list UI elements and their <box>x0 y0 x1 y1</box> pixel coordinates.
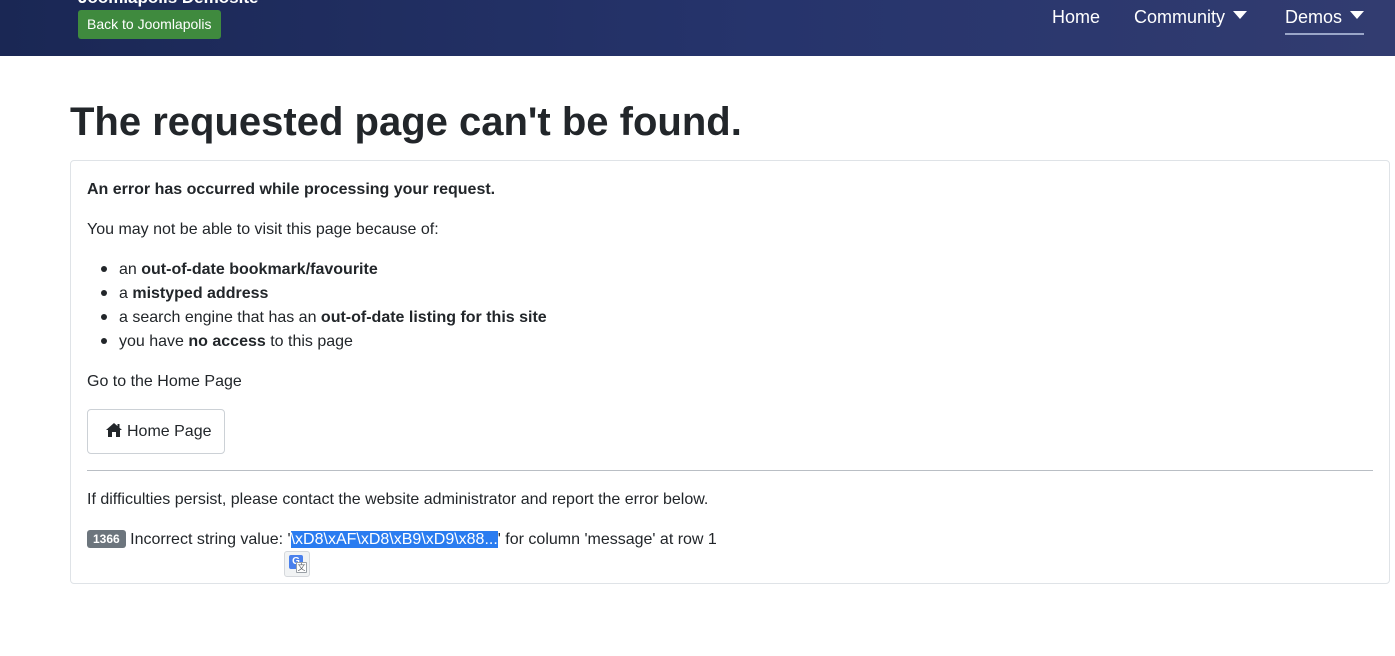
reason-text: a search engine that has an <box>119 309 321 326</box>
nav-demos-label: Demos <box>1285 7 1343 27</box>
bullet-icon <box>101 266 107 272</box>
site-header: Joomlapolis Demosite Back to Joomlapolis… <box>0 0 1395 56</box>
nav-home[interactable]: Home <box>1052 5 1100 29</box>
error-intro: You may not be able to visit this page b… <box>87 221 439 238</box>
reason-text: you have <box>119 333 189 350</box>
persist-text: If difficulties persist, please contact … <box>87 491 709 508</box>
reasons-list: an out-of-date bookmark/favourite a mist… <box>87 260 547 356</box>
selected-text[interactable]: \xD8\xAF\xD8\xB9\xD9\x88... <box>290 531 498 548</box>
nav-demos[interactable]: Demos <box>1285 5 1365 35</box>
divider <box>87 470 1373 471</box>
error-code-badge: 1366 <box>87 530 126 548</box>
list-item: you have no access to this page <box>87 332 547 356</box>
nav-community-label: Community <box>1134 7 1226 27</box>
bullet-icon <box>101 290 107 296</box>
error-card: An error has occurred while processing y… <box>70 160 1390 584</box>
list-item: a search engine that has an out-of-date … <box>87 308 547 332</box>
page-title: The requested page can't be found. <box>70 100 742 144</box>
translate-char-glyph: 文 <box>296 562 307 573</box>
reason-emphasis: mistyped address <box>132 285 269 302</box>
caret-down-icon <box>1233 11 1248 19</box>
reason-emphasis: no access <box>188 333 266 350</box>
error-text-suffix: ' for column 'message' at row 1 <box>497 531 717 548</box>
error-heading: An error has occurred while processing y… <box>87 181 496 198</box>
reason-text: to this page <box>265 333 353 350</box>
error-text-prefix: Incorrect string value: ' <box>125 531 291 548</box>
caret-down-icon <box>1350 11 1365 19</box>
reason-text: a <box>119 285 133 302</box>
reason-emphasis: out-of-date bookmark/favourite <box>141 261 378 278</box>
nav-home-label: Home <box>1052 7 1101 27</box>
google-translate-icon[interactable]: G 文 <box>284 551 310 577</box>
goto-home-text: Go to the Home Page <box>87 373 242 390</box>
home-page-button[interactable]: Home Page <box>87 409 225 454</box>
site-title[interactable]: Joomlapolis Demosite <box>78 0 258 8</box>
back-to-joomlapolis-button[interactable]: Back to Joomlapolis <box>78 10 221 39</box>
list-item: a mistyped address <box>87 284 547 308</box>
reason-text: an <box>119 261 142 278</box>
home-page-button-label: Home Page <box>127 423 212 440</box>
nav-community[interactable]: Community <box>1134 5 1248 29</box>
home-icon <box>106 423 122 437</box>
reason-emphasis: out-of-date listing for this site <box>320 309 547 326</box>
error-message: 1366 Incorrect string value: '\xD8\xAF\x… <box>87 530 717 550</box>
bullet-icon <box>101 338 107 344</box>
bullet-icon <box>101 314 107 320</box>
list-item: an out-of-date bookmark/favourite <box>87 260 547 284</box>
